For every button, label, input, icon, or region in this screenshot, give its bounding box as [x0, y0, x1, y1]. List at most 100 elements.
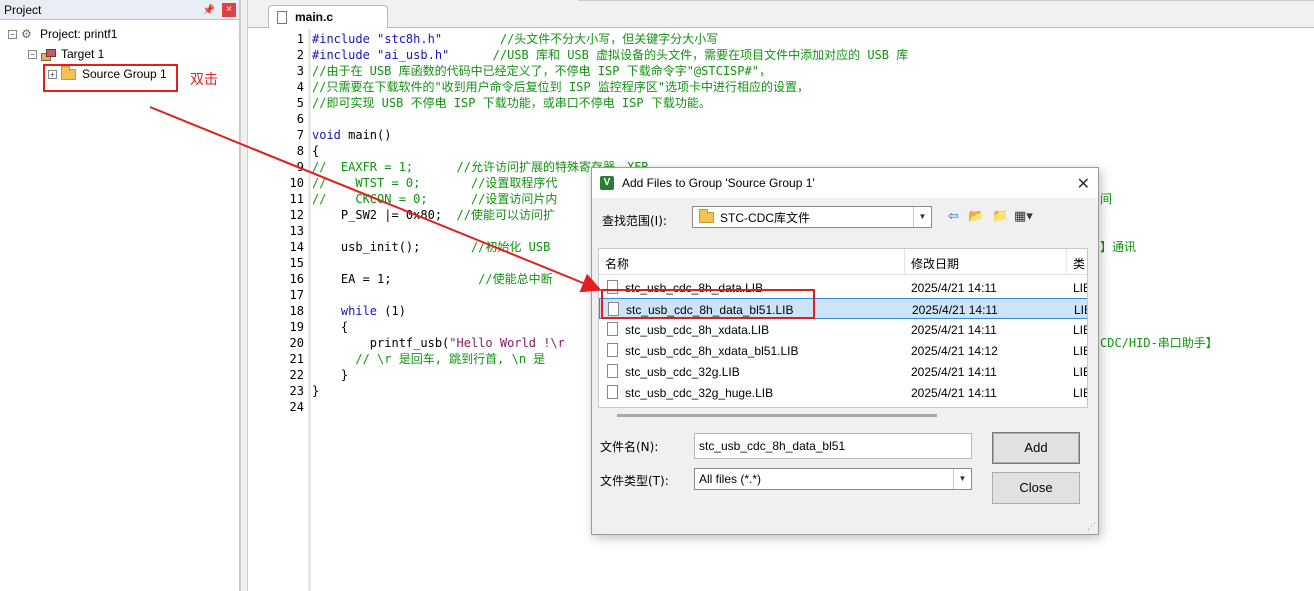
file-icon [607, 364, 618, 378]
file-date: 2025/4/21 14:11 [911, 323, 997, 337]
file-name: stc_usb_cdc_8h_xdata_bl51.LIB [625, 344, 799, 358]
file-icon [607, 322, 618, 336]
file-date: 2025/4/21 14:11 [912, 303, 998, 317]
up-folder-icon[interactable]: 📂 [968, 209, 984, 224]
code-line-12: P_SW2 |= 0x80; //使能可以访问扩 [312, 208, 555, 222]
file-type: LIE [1073, 323, 1087, 337]
project-pane-header: Project 📌 × [0, 0, 239, 20]
file-type: LIE [1073, 344, 1087, 358]
pin-icon[interactable]: 📌 [203, 5, 215, 16]
line-number: 23 [289, 384, 304, 398]
collapse-icon[interactable]: − [28, 49, 37, 59]
line-number: 19 [289, 320, 304, 334]
chevron-down-icon[interactable]: ▼ [913, 207, 931, 227]
gutter-divider [308, 29, 311, 591]
dialog-titlebar[interactable]: V Add Files to Group 'Source Group 1' ✕ [592, 168, 1098, 198]
file-type: LIE [1074, 303, 1087, 317]
line-number: 9 [296, 160, 304, 174]
add-button[interactable]: Add [992, 432, 1080, 464]
file-type: LIE [1073, 365, 1087, 379]
highlight-box-selected-file [601, 289, 815, 319]
file-date: 2025/4/21 14:12 [911, 344, 998, 358]
target-label: Target 1 [61, 47, 105, 61]
code-line-8: { [312, 144, 320, 158]
code-line-14-tail: 】通讯 [1100, 240, 1137, 254]
back-arrow-icon[interactable]: ⇦ [948, 209, 959, 224]
code-line-4: //只需要在下载软件的"收到用户命令后复位到 ISP 监控程序区"选项卡中进行相… [312, 80, 810, 94]
line-number: 1 [296, 32, 304, 46]
document-icon [277, 10, 287, 24]
file-row[interactable]: stc_usb_cdc_32g_huge.LIB 2025/4/21 14:11 L… [599, 382, 1087, 403]
pane-splitter[interactable] [240, 0, 248, 591]
column-header-type[interactable]: 类 [1073, 255, 1085, 272]
look-in-dropdown[interactable]: STC-CDC库文件 ▼ [692, 206, 932, 228]
code-line-7: void main() [312, 128, 392, 142]
chevron-down-icon[interactable]: ▼ [953, 469, 971, 489]
file-name: stc_usb_cdc_8h_xdata.LIB [625, 323, 770, 337]
file-type-label: 文件类型(T): [600, 474, 669, 488]
code-line-11: // CKCON = 0; //设置访问片内 [312, 192, 558, 206]
file-name: stc_usb_cdc_32g.LIB [625, 365, 740, 379]
file-name-input[interactable]: stc_usb_cdc_8h_data_bl51 [694, 433, 972, 459]
line-number: 6 [296, 112, 304, 126]
new-folder-icon[interactable]: 📁 [992, 209, 1008, 224]
horizontal-scrollbar[interactable] [617, 414, 937, 417]
file-type: LIE [1073, 386, 1087, 400]
view-menu-icon[interactable]: ▦▾ [1014, 209, 1033, 224]
line-number: 22 [289, 368, 304, 382]
column-header-name[interactable]: 名称 [605, 255, 629, 272]
code-line-19: { [312, 320, 349, 334]
file-type-select[interactable]: All files (*.*) ▼ [694, 468, 972, 490]
line-number: 7 [296, 128, 304, 142]
close-icon[interactable]: ✕ [1077, 174, 1090, 194]
file-row[interactable]: stc_usb_cdc_8h_xdata_bl51.LIB 2025/4/21 1… [599, 340, 1087, 361]
line-number: 8 [296, 144, 304, 158]
code-line-20-tail: CDC/HID-串口助手】 [1100, 336, 1218, 350]
code-line-22: } [312, 368, 349, 382]
add-files-dialog: V Add Files to Group 'Source Group 1' ✕ … [591, 167, 1099, 535]
folder-icon [699, 208, 714, 223]
code-line-10: // WTST = 0; //设置取程序代 [312, 176, 558, 190]
line-number: 5 [296, 96, 304, 110]
code-line-16: EA = 1; //使能总中断 [312, 272, 553, 286]
line-number: 11 [289, 192, 304, 206]
project-pane-title: Project [4, 2, 42, 17]
file-row[interactable]: stc_usb_cdc_8h_xdata.LIB 2025/4/21 14:11 L… [599, 319, 1087, 340]
file-list[interactable]: 名称 ^ 修改日期 类 stc_usb_cdc_8h_data.LIB 2025/… [598, 248, 1088, 408]
line-number: 20 [289, 336, 304, 350]
line-number: 17 [289, 288, 304, 302]
file-icon [607, 385, 618, 399]
code-line-3: //由于在 USB 库函数的代码中已经定义了，不停电 ISP 下载命令字"@ST… [312, 64, 771, 78]
file-name-label: 文件名(N): [600, 440, 659, 454]
file-date: 2025/4/21 14:11 [911, 386, 997, 400]
line-number: 24 [289, 400, 304, 414]
file-type: LIE [1073, 281, 1087, 295]
tab-main-c[interactable]: main.c [268, 5, 388, 28]
code-line-1: #include "stc8h.h" //头文件不分大小写，但关键字分大小写 [312, 32, 719, 46]
line-number: 10 [289, 176, 304, 190]
sort-arrow-icon: ^ [749, 248, 758, 256]
close-button[interactable]: Close [992, 472, 1080, 504]
code-line-11-tail: 间 [1100, 192, 1113, 206]
look-in-label: 查找范围(I): [602, 214, 667, 228]
file-row[interactable]: stc_usb_cdc_32g.LIB 2025/4/21 14:11 LIE [599, 361, 1087, 382]
tree-item-project[interactable]: − ⚙ Project: printf1 [8, 25, 117, 43]
line-number: 18 [289, 304, 304, 318]
line-number: 3 [296, 64, 304, 78]
line-number: 4 [296, 80, 304, 94]
code-line-18: while (1) [340, 304, 406, 318]
close-icon[interactable]: × [222, 3, 236, 17]
column-header-date[interactable]: 修改日期 [911, 255, 959, 272]
code-line-23: } [312, 384, 320, 398]
line-number: 16 [289, 272, 304, 286]
collapse-icon[interactable]: − [8, 29, 17, 39]
tree-item-target[interactable]: − Target 1 [28, 45, 104, 63]
target-icon [41, 48, 56, 61]
file-type-value: All files (*.*) [699, 472, 762, 486]
file-date: 2025/4/21 14:11 [911, 281, 997, 295]
code-line-21: // \r 是回车, 跳到行首, \n 是 [312, 352, 546, 366]
resize-grip-icon[interactable]: ⋰ [1087, 522, 1096, 532]
tab-label: main.c [295, 10, 334, 24]
highlight-box-source-group [43, 64, 178, 92]
line-number: 13 [289, 224, 304, 238]
